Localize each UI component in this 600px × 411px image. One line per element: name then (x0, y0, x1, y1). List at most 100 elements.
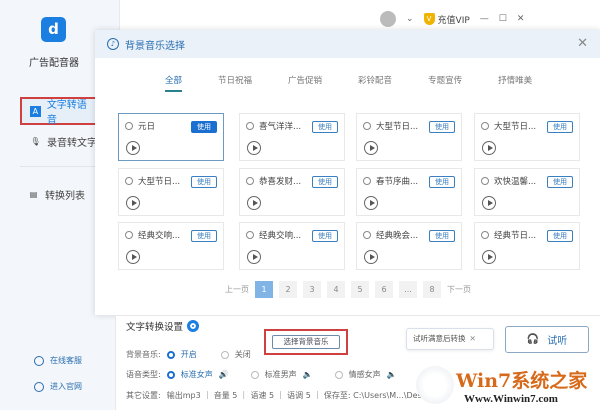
use-button[interactable]: 使用 (429, 121, 455, 133)
use-button[interactable]: 使用 (312, 230, 338, 242)
voice-radio-emotional-female[interactable] (334, 370, 343, 379)
use-button[interactable]: 使用 (312, 121, 338, 133)
page-button[interactable]: ... (399, 281, 417, 298)
play-icon[interactable] (482, 196, 496, 210)
use-button[interactable]: 使用 (191, 230, 217, 242)
maximize-button[interactable]: ☐ (499, 14, 507, 24)
dialog-close-button[interactable]: ✕ (577, 36, 588, 51)
page-button[interactable]: 6 (375, 281, 393, 298)
use-button[interactable]: 使用 (547, 121, 573, 133)
tab-category[interactable]: 专题宣传 (428, 74, 462, 92)
music-card[interactable]: 经典交响... 使用 (239, 222, 345, 270)
use-button[interactable]: 使用 (547, 176, 573, 188)
user-avatar[interactable] (380, 11, 396, 27)
bgm-on-radio[interactable] (166, 350, 175, 359)
play-icon[interactable] (364, 196, 378, 210)
listen-tip-tooltip: 试听满意后转换 ✕ (406, 328, 494, 350)
use-button[interactable]: 使用 (312, 176, 338, 188)
music-note-icon (125, 231, 133, 239)
text-icon: A (30, 105, 41, 117)
sidebar-item-text-to-speech[interactable]: A 文字转语音 (20, 97, 98, 126)
music-note-icon (363, 122, 371, 130)
music-card[interactable]: 经典晚会... 使用 (356, 222, 462, 270)
use-button[interactable]: 使用 (547, 230, 573, 242)
tip-close-icon[interactable]: ✕ (470, 334, 476, 343)
use-button[interactable]: 使用 (191, 176, 217, 188)
bgm-off-label: 关闭 (234, 350, 251, 359)
page-button[interactable]: 2 (279, 281, 297, 298)
listen-button[interactable]: 🎧 试听 (505, 326, 589, 353)
play-icon[interactable] (247, 250, 261, 264)
play-icon[interactable] (482, 141, 496, 155)
music-card[interactable]: 元日 使用 (118, 113, 224, 161)
use-button[interactable]: 使用 (191, 121, 217, 133)
music-note-icon (246, 177, 254, 185)
title-bar: ⌄ V 充值VIP — ☐ ✕ (380, 8, 590, 30)
music-note-icon: ♪ (107, 38, 119, 50)
speaker-icon[interactable]: 🔈 (303, 370, 313, 379)
music-card[interactable]: 欢快温馨... 使用 (474, 168, 580, 216)
track-title: 经典晚会... (376, 231, 419, 241)
track-name: 欢快温馨... (481, 175, 536, 187)
official-site-link[interactable]: 进入官网 (34, 381, 82, 392)
vip-button[interactable]: V 充值VIP (423, 13, 470, 26)
music-card[interactable]: 经典节日... 使用 (474, 222, 580, 270)
watermark-logo: Win7系统之家 Www.Winwin7.com (416, 366, 596, 411)
speaker-icon[interactable]: 🔈 (387, 370, 397, 379)
track-name: 大型节日... (481, 120, 536, 132)
tab-category[interactable]: 全部 (165, 74, 183, 92)
play-icon[interactable] (482, 250, 496, 264)
play-icon[interactable] (126, 141, 140, 155)
play-icon[interactable] (364, 141, 378, 155)
tab-category[interactable]: 抒情唯美 (498, 74, 532, 92)
music-card[interactable]: 大型节日... 使用 (118, 168, 224, 216)
online-support-link[interactable]: 在线客服 (34, 355, 82, 366)
page-button[interactable]: 4 (327, 281, 345, 298)
music-card[interactable]: 恭喜发财... 使用 (239, 168, 345, 216)
play-icon[interactable] (126, 196, 140, 210)
tip-text: 试听满意后转换 (413, 334, 466, 343)
use-button[interactable]: 使用 (429, 230, 455, 242)
chevron-down-icon[interactable]: ⌄ (406, 14, 414, 24)
tab-category[interactable]: 节日祝福 (218, 74, 252, 92)
music-card[interactable]: 大型节日... 使用 (356, 113, 462, 161)
prev-page-button[interactable]: 上一页 (225, 284, 249, 295)
music-card[interactable]: 大型节日... 使用 (474, 113, 580, 161)
page-button[interactable]: 5 (351, 281, 369, 298)
sidebar-item-speech-to-text[interactable]: 🎙 录音转文字 (30, 134, 97, 149)
track-title: 大型节日... (376, 122, 419, 132)
tab-category[interactable]: 彩铃配音 (358, 74, 392, 92)
page-button[interactable]: 3 (303, 281, 321, 298)
music-card[interactable]: 喜气洋洋... 使用 (239, 113, 345, 161)
play-icon[interactable] (247, 141, 261, 155)
play-icon[interactable] (247, 196, 261, 210)
gear-icon[interactable] (187, 320, 200, 332)
other-settings-values[interactable]: 输出mp3 ｜ 音量 5 ｜ 语速 5 ｜ 语调 5 ｜ 保存至: C:\Use… (167, 390, 435, 401)
sidebar-item-label: 文字转语音 (46, 100, 87, 126)
voice-radio-standard-male[interactable] (250, 370, 259, 379)
app-logo: d (41, 17, 66, 42)
voice-radio-standard-female[interactable] (166, 370, 175, 379)
use-button[interactable]: 使用 (429, 176, 455, 188)
close-window-button[interactable]: ✕ (517, 14, 525, 24)
play-icon[interactable] (126, 250, 140, 264)
minimize-button[interactable]: — (480, 14, 489, 24)
page-button[interactable]: 8 (423, 281, 441, 298)
select-bgm-button[interactable]: 选择背景音乐 (272, 335, 340, 349)
music-note-icon (246, 122, 254, 130)
music-card[interactable]: 经典交响... 使用 (118, 222, 224, 270)
tab-category[interactable]: 广告促销 (288, 74, 322, 92)
next-page-button[interactable]: 下一页 (447, 284, 471, 295)
play-icon[interactable] (364, 250, 378, 264)
page-button[interactable]: 1 (255, 281, 273, 298)
bgm-off-radio[interactable] (220, 350, 229, 359)
sidebar-item-conversion-list[interactable]: ▤ 转换列表 (28, 187, 85, 202)
globe-icon (34, 381, 44, 392)
speaker-icon[interactable]: 🔊 (219, 370, 229, 379)
track-name: 元日 (125, 120, 155, 132)
link-label: 进入官网 (50, 382, 82, 391)
music-card[interactable]: 春节序曲... 使用 (356, 168, 462, 216)
track-name: 喜气洋洋... (246, 120, 301, 132)
sidebar-item-label: 转换列表 (45, 191, 85, 202)
music-note-icon (481, 122, 489, 130)
